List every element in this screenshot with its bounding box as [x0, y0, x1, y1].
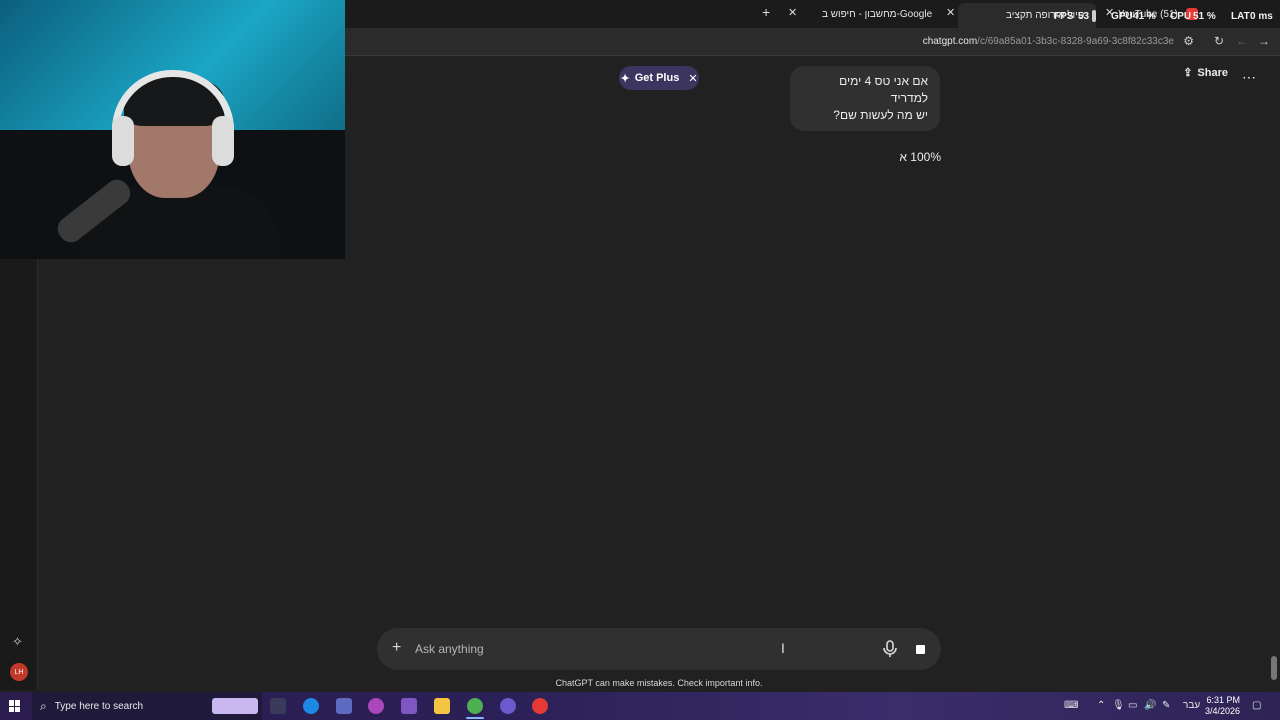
user-message-line: אם אני טס 4 ימים למדריד: [839, 74, 928, 105]
recording-app-icon[interactable]: [532, 698, 548, 714]
more-options-icon[interactable]: ⋯: [1242, 69, 1256, 86]
search-icon: ⌕: [40, 698, 47, 713]
reload-icon[interactable]: ↻: [1214, 34, 1224, 48]
edge-icon[interactable]: [303, 698, 319, 714]
language-indicator[interactable]: עבר: [1183, 700, 1200, 711]
share-icon: ⇪: [1183, 67, 1193, 79]
url-path: /c/69a85a01-3b3c-8328-9a69-3c8f82c33c3e: [977, 36, 1174, 47]
composer: + I: [377, 628, 941, 670]
tab-label: מחשבון - חיפוש ב-Google: [822, 8, 933, 20]
chatgpt-icon: [1092, 9, 1096, 22]
microphone-icon[interactable]: [881, 639, 899, 659]
tab-europe-trip[interactable]: טיול אירופה תקציב: [958, 3, 1096, 28]
text-cursor-icon: I: [781, 640, 785, 656]
assistant-message: 100% א: [899, 150, 941, 164]
prompt-input[interactable]: [415, 639, 795, 659]
clock-time: 6:31 PM: [1206, 695, 1240, 705]
fps-label: FPS: [1054, 11, 1074, 22]
forward-icon[interactable]: →: [1258, 34, 1270, 48]
new-tab-button[interactable]: +: [762, 4, 770, 20]
windows-start-icon[interactable]: [9, 700, 21, 712]
pen-icon[interactable]: ✎: [1162, 700, 1170, 711]
search-highlight-image: [212, 698, 258, 714]
gpu-value: 41 %: [1133, 11, 1156, 22]
lat-value: 0 ms: [1250, 11, 1273, 22]
fps-value: 53: [1078, 11, 1090, 22]
screen: + ✕ מחשבון - חיפוש ב-Google ✕ טיול אירופ…: [0, 0, 1280, 720]
network-icon[interactable]: ▭: [1128, 700, 1137, 711]
get-plus-label: Get Plus: [634, 72, 680, 84]
cpu-value: 51 %: [1193, 11, 1216, 22]
notifications-icon[interactable]: ▢: [1252, 700, 1261, 711]
copilot-icon[interactable]: [368, 698, 384, 714]
headphones-right-cup: [212, 116, 234, 166]
back-icon[interactable]: ←: [1236, 34, 1248, 48]
clock-date: 3/4/2026: [1204, 706, 1240, 716]
scrollbar[interactable]: [1271, 60, 1277, 680]
headphones-left-cup: [112, 116, 134, 166]
url-domain: chatgpt.com: [922, 36, 978, 47]
disclaimer: ChatGPT can make mistakes. Check importa…: [555, 678, 763, 688]
volume-icon[interactable]: 🔊: [1144, 700, 1156, 711]
chrome-icon[interactable]: [467, 698, 483, 714]
close-icon[interactable]: ✕: [688, 72, 697, 85]
plus-icon[interactable]: +: [392, 639, 401, 657]
task-view-icon[interactable]: [270, 698, 286, 714]
stop-button[interactable]: [906, 635, 934, 663]
keyboard-icon[interactable]: ⌨: [1064, 700, 1078, 711]
active-app-indicator: [466, 717, 484, 719]
cpu-label: CPU: [1170, 11, 1192, 22]
tray-chevron-icon[interactable]: ⌃: [1097, 700, 1105, 711]
mic-tray-icon[interactable]: 🎙: [1112, 700, 1125, 711]
user-message: אם אני טס 4 ימים למדריד יש מה לעשות שם?: [790, 66, 940, 131]
gpu-label: GPU: [1111, 11, 1133, 22]
scrollbar-thumb[interactable]: [1271, 656, 1277, 680]
copilot-365-icon[interactable]: [401, 698, 417, 714]
avatar[interactable]: LH: [10, 663, 28, 681]
tab-calculator[interactable]: מחשבון - חיפוש ב-Google: [822, 3, 932, 25]
webcam-overlay: [0, 0, 345, 259]
tune-icon[interactable]: ⚙: [1183, 34, 1194, 48]
avatar-initials: LH: [14, 668, 24, 676]
file-explorer-icon[interactable]: [434, 698, 450, 714]
taskbar-search-placeholder: Type here to search: [54, 700, 144, 712]
store-icon[interactable]: [336, 698, 352, 714]
sparkle-icon: ✦: [620, 72, 630, 85]
get-plus-button[interactable]: ✦ Get Plus ✕: [619, 66, 699, 90]
user-message-line: יש מה לעשות שם?: [833, 108, 928, 122]
clock[interactable]: 6:31 PM 3/4/2026: [1205, 695, 1240, 717]
lat-label: LAT: [1231, 11, 1250, 22]
tab-close-icon[interactable]: ✕: [946, 6, 955, 19]
discord-icon[interactable]: [500, 698, 516, 714]
sparkle-icon[interactable]: ✧: [12, 634, 23, 650]
url-text[interactable]: chatgpt.com/c/69a85a01-3b3c-8328-9a69-3c…: [923, 36, 1174, 47]
share-button[interactable]: ⇪ Share: [1183, 66, 1228, 80]
taskbar: ⌕ Type here to search ⌨ ⌃ 🎙 ▭ 🔊 ✎ עבר 6:…: [0, 692, 1280, 720]
share-label: Share: [1197, 66, 1228, 79]
stop-icon: [915, 644, 925, 654]
tab-close-icon[interactable]: ✕: [788, 6, 797, 19]
